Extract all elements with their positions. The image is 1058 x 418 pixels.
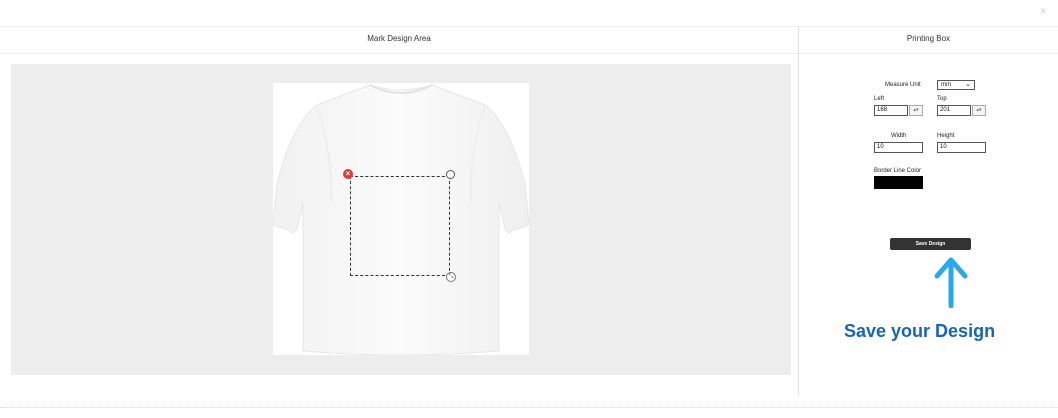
callout-text: Save your Design [844, 321, 996, 341]
title-divider [0, 53, 798, 54]
border-color-label: Border Line Color [874, 168, 922, 174]
top-input[interactable]: 201 [937, 105, 971, 116]
product-image: × ⤡ [273, 83, 529, 355]
top-stepper[interactable]: ▴▾ [972, 105, 986, 116]
up-arrow-icon [934, 257, 968, 308]
measure-unit-select[interactable]: mm ⌄ [937, 80, 975, 90]
height-label: Height [937, 133, 955, 139]
measure-unit-value: mm [941, 82, 951, 88]
title-divider [799, 53, 1058, 54]
panel-title: Printing Box [906, 34, 951, 43]
design-canvas[interactable]: ‹ › × ⤡ [11, 64, 791, 375]
mark-design-panel: Mark Design Area ‹ › × [0, 26, 799, 396]
left-label: Left [874, 96, 885, 102]
close-icon[interactable]: × [1040, 6, 1046, 17]
chevron-down-icon: ⌄ [965, 81, 971, 88]
width-label: Width [891, 133, 907, 139]
rotate-icon[interactable] [446, 170, 455, 179]
left-input[interactable]: 168 [874, 105, 908, 116]
border-color-picker[interactable] [874, 176, 923, 189]
width-input[interactable]: 10 [874, 142, 923, 153]
measure-unit-label: Measure Unit [885, 82, 921, 88]
save-design-button[interactable]: Save Design [890, 238, 971, 250]
height-input[interactable]: 10 [937, 142, 986, 153]
printing-box-panel: Printing Box Measure Unit mm ⌄ Left 168 … [799, 26, 1058, 396]
panel-title: Mark Design Area [367, 34, 431, 43]
footer-divider [0, 407, 1058, 408]
top-label: Top [937, 96, 947, 102]
print-area-box[interactable]: × ⤡ [343, 169, 456, 282]
delete-icon[interactable]: × [343, 169, 353, 179]
resize-icon[interactable]: ⤡ [446, 272, 456, 282]
left-stepper[interactable]: ▴▾ [909, 105, 923, 116]
